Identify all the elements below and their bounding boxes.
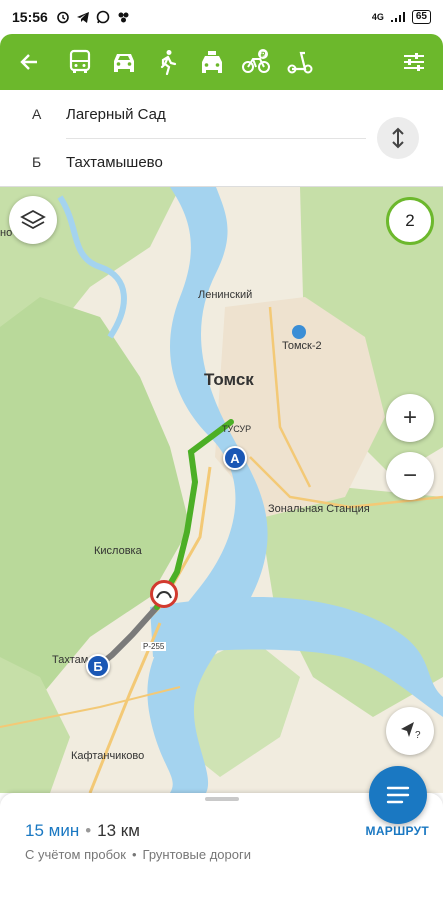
swap-arrows-icon — [392, 127, 404, 149]
label-r255: Р-255 — [141, 642, 167, 651]
route-settings-button[interactable] — [385, 34, 443, 90]
separator-dot-2: • — [131, 847, 137, 862]
route-button[interactable]: МАРШРУТ — [366, 824, 429, 838]
route-distance: 13 км — [97, 821, 140, 840]
settings-sliders-icon — [404, 53, 424, 71]
walk-icon — [160, 50, 177, 75]
from-letter: А — [32, 106, 42, 122]
status-time: 15:56 — [12, 9, 48, 25]
app-icon — [118, 12, 129, 23]
route-duration: 15 мин • 13 км — [25, 821, 140, 841]
route-list-fab[interactable] — [369, 766, 427, 824]
battery-level: 65 — [411, 10, 431, 24]
signal-icon — [390, 12, 405, 22]
svg-text:?: ? — [415, 730, 421, 741]
sheet-handle[interactable] — [205, 797, 239, 801]
layers-icon — [20, 209, 46, 230]
svg-text:₽: ₽ — [261, 51, 266, 59]
back-arrow-icon — [20, 54, 37, 70]
to-place: Тахтамышево — [66, 153, 163, 171]
map-background — [0, 187, 443, 793]
notification-icons — [56, 10, 130, 24]
zoom-in-button[interactable]: + — [386, 394, 434, 442]
mode-walk-button[interactable] — [146, 34, 190, 90]
traffic-note: С учётом пробок — [25, 847, 126, 862]
my-location-button[interactable]: ? — [386, 707, 434, 755]
transport-toolbar: ₽ — [0, 34, 443, 90]
mode-scooter-button[interactable] — [278, 34, 322, 90]
bike-icon: ₽ — [242, 49, 270, 73]
from-place: Лагерный Сад — [66, 105, 166, 123]
taxi-icon — [202, 51, 222, 73]
marker-a[interactable]: А — [223, 446, 247, 470]
label-leninsky: Ленинский — [198, 289, 253, 301]
mode-taxi-button[interactable] — [190, 34, 234, 90]
route-from-field[interactable]: А Лагерный Сад — [0, 90, 370, 138]
bus-icon — [69, 49, 91, 73]
label-tomsk2: Томск-2 — [282, 340, 322, 352]
whatsapp-icon — [96, 10, 110, 24]
map-view[interactable]: но Ленинский Томск-2 Томск ТУСУР Зональн… — [0, 187, 443, 793]
label-kislovka: Кисловка — [94, 545, 142, 557]
to-letter: Б — [32, 154, 42, 170]
route-notes: С учётом пробок • Грунтовые дороги — [25, 847, 251, 862]
train-station-icon — [292, 325, 306, 339]
road-warning-icon[interactable] — [150, 580, 178, 608]
separator-dot: • — [85, 821, 92, 840]
label-zonal: Зональная Станция — [268, 503, 370, 515]
swap-route-button[interactable] — [377, 117, 419, 159]
layers-button[interactable] — [9, 196, 57, 244]
marker-b[interactable]: Б — [86, 654, 110, 678]
list-icon — [386, 786, 410, 804]
mode-bus-button[interactable] — [58, 34, 102, 90]
telegram-icon — [76, 12, 89, 23]
city-label: Томск — [204, 370, 254, 389]
label-takhtam: Тахтам — [52, 654, 89, 666]
mode-car-button[interactable] — [102, 34, 146, 90]
label-kaftanchikovo: Кафтанчиково — [71, 750, 145, 762]
alarm-icon — [57, 11, 69, 24]
route-to-field[interactable]: Б Тахтамышево — [0, 138, 370, 186]
network-type: 4G — [371, 12, 384, 22]
system-icons: 4G 65 — [372, 10, 431, 24]
scooter-icon — [287, 51, 313, 74]
bump-icon — [156, 591, 172, 599]
status-bar: 15:56 4G 65 — [0, 0, 443, 34]
location-arrow-icon: ? — [401, 722, 421, 741]
route-time: 15 мин — [25, 821, 80, 840]
label-tusur: ТУСУР — [222, 424, 252, 434]
zoom-out-button[interactable]: − — [386, 452, 434, 500]
route-panel: А Лагерный Сад Б Тахтамышево — [0, 90, 443, 187]
back-button[interactable] — [0, 34, 58, 90]
car-icon — [114, 54, 134, 72]
alternatives-count-badge[interactable]: 2 — [386, 197, 434, 245]
roads-note: Грунтовые дороги — [142, 847, 251, 862]
mode-bike-share-button[interactable]: ₽ — [234, 34, 278, 90]
